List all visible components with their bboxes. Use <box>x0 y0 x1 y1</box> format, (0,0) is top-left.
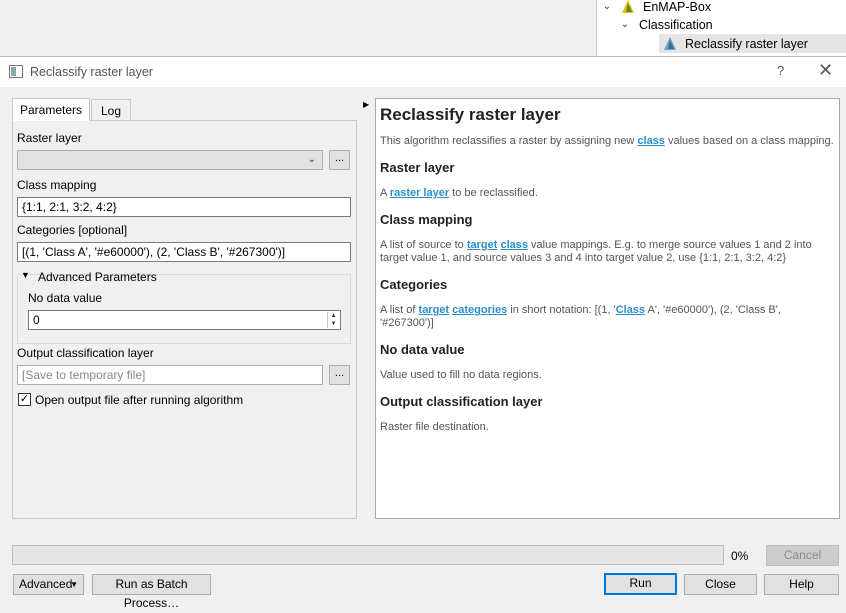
tree-item-reclassify[interactable]: Reclassify raster layer <box>659 34 846 53</box>
tree-item-label: Reclassify raster layer <box>685 36 808 51</box>
raster-layer-label: Raster layer <box>17 131 82 145</box>
enmap-logo-icon <box>622 0 634 13</box>
advanced-parameters-label[interactable]: Advanced Parameters <box>38 270 157 284</box>
help-pane: Reclassify raster layer This algorithm r… <box>375 98 840 519</box>
class-mapping-label: Class mapping <box>17 178 97 192</box>
help-text: A list of <box>380 304 419 316</box>
reclassify-dialog: Reclassify raster layer ? ✕ Parameters L… <box>0 56 846 610</box>
tree-item-label: Classification <box>639 17 713 32</box>
splitter-arrow-icon[interactable]: ▶ <box>363 100 369 109</box>
run-button[interactable]: Run <box>604 573 677 595</box>
help-heading-output: Output classification layer <box>380 394 543 409</box>
window-icon <box>9 65 23 78</box>
help-link-target[interactable]: target <box>467 239 498 251</box>
dropdown-arrow-icon: ▼ <box>70 580 78 589</box>
advanced-button-label: Advanced <box>19 577 73 591</box>
raster-layer-browse-button[interactable]: ... <box>329 150 350 170</box>
categories-label: Categories [optional] <box>17 223 128 237</box>
categories-input[interactable]: [(1, 'Class A', '#e60000'), (2, 'Class B… <box>17 242 351 262</box>
help-text: A list of source to <box>380 239 467 251</box>
run-batch-button[interactable]: Run as Batch Process… <box>92 574 211 610</box>
no-data-label: No data value <box>28 291 103 305</box>
open-output-label[interactable]: Open output file after running algorithm <box>35 393 243 407</box>
help-output-text: Raster file destination. <box>380 421 489 433</box>
help-categories-text: A list of target categories in short not… <box>380 304 835 330</box>
collapse-triangle-icon[interactable]: ▼ <box>21 270 30 280</box>
help-heading-class-mapping: Class mapping <box>380 212 473 227</box>
help-text: This algorithm reclassifies a raster by … <box>380 135 638 147</box>
help-link-class[interactable]: Class <box>616 304 645 316</box>
help-link-raster-layer[interactable]: raster layer <box>390 187 449 199</box>
chevron-down-icon[interactable]: ⌄ <box>601 1 613 12</box>
class-mapping-input[interactable]: {1:1, 2:1, 3:2, 4:2} <box>17 197 351 217</box>
tree-item-classification[interactable]: ⌄ Classification <box>619 15 713 34</box>
chevron-down-icon[interactable]: ⌄ <box>619 19 631 30</box>
advanced-parameters-group <box>17 274 351 344</box>
help-text: to be reclassified. <box>449 187 538 199</box>
no-data-value: 0 <box>33 313 40 327</box>
tree-item-enmap-box[interactable]: ⌄ EnMAP-Box <box>601 0 711 16</box>
processing-toolbox-tree: ⌄ EnMAP-Box ⌄ Classification Reclassify … <box>596 0 846 56</box>
help-class-mapping-text: A list of source to target class value m… <box>380 239 835 265</box>
cancel-button[interactable]: Cancel <box>766 545 839 566</box>
close-button[interactable]: Close <box>684 574 757 595</box>
help-button[interactable]: Help <box>764 574 839 595</box>
tab-log[interactable]: Log <box>91 99 131 120</box>
help-link-class[interactable]: class <box>637 135 665 147</box>
algorithm-icon <box>664 36 676 50</box>
help-heading-raster-layer: Raster layer <box>380 160 455 175</box>
help-text: A <box>380 187 390 199</box>
help-link-categories[interactable]: categories <box>452 304 507 316</box>
output-layer-browse-button[interactable]: ... <box>329 365 350 385</box>
dialog-titlebar: Reclassify raster layer ? ✕ <box>0 57 846 87</box>
help-text: in short notation: [(1, ' <box>507 304 616 316</box>
help-intro: This algorithm reclassifies a raster by … <box>380 135 835 148</box>
help-heading-no-data: No data value <box>380 342 465 357</box>
progress-bar <box>12 545 724 565</box>
advanced-button[interactable]: Advanced ▼ <box>13 574 84 595</box>
raster-layer-select[interactable]: ⌄ <box>17 150 323 170</box>
dialog-title: Reclassify raster layer <box>30 65 153 79</box>
tree-item-label: EnMAP-Box <box>643 0 712 14</box>
help-title: Reclassify raster layer <box>380 105 561 124</box>
help-heading-categories: Categories <box>380 277 448 292</box>
no-data-spinbox[interactable]: 0 ▲ ▼ <box>28 310 341 330</box>
output-layer-input[interactable]: [Save to temporary file] <box>17 365 323 385</box>
help-text: values based on a class mapping. <box>664 135 834 147</box>
help-link-class[interactable]: class <box>500 239 528 251</box>
chevron-down-icon: ⌄ <box>307 154 316 165</box>
open-output-checkbox[interactable]: ✓ <box>18 393 31 406</box>
output-layer-label: Output classification layer <box>17 346 154 360</box>
tab-parameters[interactable]: Parameters <box>12 98 90 121</box>
progress-percent: 0% <box>731 549 749 563</box>
help-no-data-text: Value used to fill no data regions. <box>380 369 542 381</box>
help-raster-layer-text: A raster layer to be reclassified. <box>380 187 835 200</box>
context-help-icon[interactable]: ? <box>777 63 784 78</box>
close-icon[interactable]: ✕ <box>818 60 833 81</box>
spin-arrows-icon[interactable]: ▲ ▼ <box>327 312 339 328</box>
help-link-target[interactable]: target <box>419 304 450 316</box>
